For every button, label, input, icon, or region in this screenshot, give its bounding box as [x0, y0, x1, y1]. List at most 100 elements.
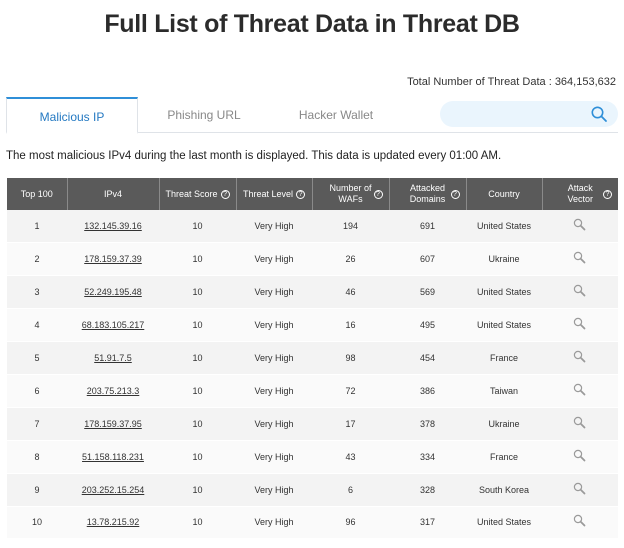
magnifier-icon[interactable]: [572, 283, 588, 299]
country-cell: South Korea: [466, 473, 542, 507]
rank-cell: 8: [7, 440, 67, 474]
magnifier-icon[interactable]: [572, 349, 588, 365]
rank-cell: 9: [7, 473, 67, 507]
tab-malicious-ip[interactable]: Malicious IP: [6, 97, 138, 134]
table-row: 5 51.91.7.5 10 Very High 98 454 France: [7, 341, 618, 375]
table-row: 9 203.252.15.254 10 Very High 6 328 South Kore…: [7, 473, 618, 507]
col-top100-label: Top 100: [20, 188, 53, 199]
rank-cell: 6: [7, 374, 67, 408]
ip-link[interactable]: 132.145.39.16: [67, 210, 159, 244]
col-country-label: Country: [488, 188, 520, 199]
attacked-domains-cell: 607: [389, 242, 466, 277]
country-cell: Taiwan: [466, 374, 542, 408]
ip-link[interactable]: 13.78.215.92: [67, 506, 159, 540]
rank-cell: 2: [7, 242, 67, 277]
ip-link[interactable]: 68.183.105.217: [67, 308, 159, 343]
ip-link[interactable]: 178.159.37.39: [67, 242, 159, 277]
table-row: 6 203.75.213.3 10 Very High 72 386 Taiwan: [7, 374, 618, 408]
help-icon[interactable]: ?: [603, 190, 612, 199]
table-description: The most malicious IPv4 during the last …: [6, 150, 502, 162]
search-box: [440, 101, 618, 127]
magnifier-icon[interactable]: [572, 481, 588, 497]
threat-score-cell: 10: [159, 308, 236, 343]
waf-count-cell: 6: [312, 473, 389, 507]
table-body: 1 132.145.39.16 10 Very High 194 691 United St…: [7, 210, 618, 540]
threat-score-cell: 10: [159, 210, 236, 244]
col-threat-level: Threat Level?: [236, 178, 313, 210]
attacked-domains-cell: 569: [389, 275, 466, 310]
waf-count-cell: 98: [312, 341, 389, 375]
search-input[interactable]: [452, 104, 582, 124]
page-title: Full List of Threat Data in Threat DB: [104, 10, 520, 38]
col-threat-score-label: Threat Score: [165, 188, 218, 199]
ip-link[interactable]: 52.249.195.48: [67, 275, 159, 310]
waf-count-cell: 46: [312, 275, 389, 310]
magnifier-icon[interactable]: [572, 316, 588, 332]
rank-cell: 4: [7, 308, 67, 343]
ip-link[interactable]: 51.91.7.5: [67, 341, 159, 375]
tab-hacker-wallet[interactable]: Hacker Wallet: [270, 97, 402, 133]
rank-cell: 3: [7, 275, 67, 310]
col-threat-level-label: Threat Level: [242, 188, 294, 199]
waf-count-cell: 43: [312, 440, 389, 474]
rank-cell: 5: [7, 341, 67, 375]
country-cell: Ukraine: [466, 242, 542, 277]
rank-cell: 1: [7, 210, 67, 244]
country-cell: United States: [466, 506, 542, 540]
tab-phishing-url[interactable]: Phishing URL: [138, 97, 270, 133]
country-cell: Ukraine: [466, 407, 542, 441]
attack-vector-cell: [542, 407, 618, 441]
help-icon[interactable]: ?: [296, 189, 306, 199]
attacked-domains-cell: 386: [389, 374, 466, 408]
ip-link[interactable]: 178.159.37.95: [67, 407, 159, 441]
col-ipv4-label: IPv4: [103, 188, 122, 199]
help-icon[interactable]: ?: [450, 190, 460, 199]
col-ipv4: IPv4: [67, 178, 160, 210]
table-row: 8 51.158.118.231 10 Very High 43 334 France: [7, 440, 618, 474]
col-vector-label-1: Attack: [567, 183, 593, 193]
search-icon[interactable]: [590, 105, 608, 123]
waf-count-cell: 16: [312, 308, 389, 343]
attacked-domains-cell: 328: [389, 473, 466, 507]
threat-table: Top 100 IPv4 Threat Score? Threat Level?…: [7, 178, 618, 540]
col-wafs-label-1: Number of: [329, 183, 372, 193]
attacked-domains-cell: 495: [389, 308, 466, 343]
country-cell: United States: [466, 308, 542, 343]
attack-vector-cell: [542, 308, 618, 343]
attacked-domains-cell: 454: [389, 341, 466, 375]
threat-level-cell: Very High: [236, 210, 312, 244]
waf-count-cell: 194: [312, 210, 389, 244]
rank-cell: 7: [7, 407, 67, 441]
waf-count-cell: 72: [312, 374, 389, 408]
attack-vector-cell: [542, 242, 618, 277]
threat-score-cell: 10: [159, 242, 236, 277]
ip-link[interactable]: 51.158.118.231: [67, 440, 159, 474]
threat-score-cell: 10: [159, 407, 236, 441]
attacked-domains-cell: 334: [389, 440, 466, 474]
col-domains-label-2: Domains: [409, 194, 446, 204]
threat-score-cell: 10: [159, 374, 236, 408]
help-icon[interactable]: ?: [220, 189, 230, 199]
attack-vector-cell: [542, 275, 618, 310]
magnifier-icon[interactable]: [572, 415, 588, 431]
magnifier-icon[interactable]: [572, 217, 588, 233]
ip-link[interactable]: 203.252.15.254: [67, 473, 159, 507]
table-row: 10 13.78.215.92 10 Very High 96 317 United Sta…: [7, 506, 618, 540]
country-cell: France: [466, 440, 542, 474]
threat-score-cell: 10: [159, 341, 236, 375]
magnifier-icon[interactable]: [572, 250, 588, 266]
threat-level-cell: Very High: [236, 242, 312, 277]
table-row: 3 52.249.195.48 10 Very High 46 569 United Sta…: [7, 275, 618, 310]
col-attacked-domains: Attacked Domains?: [389, 178, 467, 210]
table-row: 4 68.183.105.217 10 Very High 16 495 United St…: [7, 308, 618, 343]
country-cell: France: [466, 341, 542, 375]
ip-link[interactable]: 203.75.213.3: [67, 374, 159, 408]
attack-vector-cell: [542, 374, 618, 408]
table-header-row: Top 100 IPv4 Threat Score? Threat Level?…: [7, 178, 618, 210]
magnifier-icon[interactable]: [572, 448, 588, 464]
help-icon[interactable]: ?: [373, 190, 383, 199]
magnifier-icon[interactable]: [572, 382, 588, 398]
magnifier-icon[interactable]: [572, 513, 588, 529]
table-row: 2 178.159.37.39 10 Very High 26 607 Ukraine: [7, 242, 618, 277]
col-number-of-wafs: Number of WAFs?: [312, 178, 390, 210]
